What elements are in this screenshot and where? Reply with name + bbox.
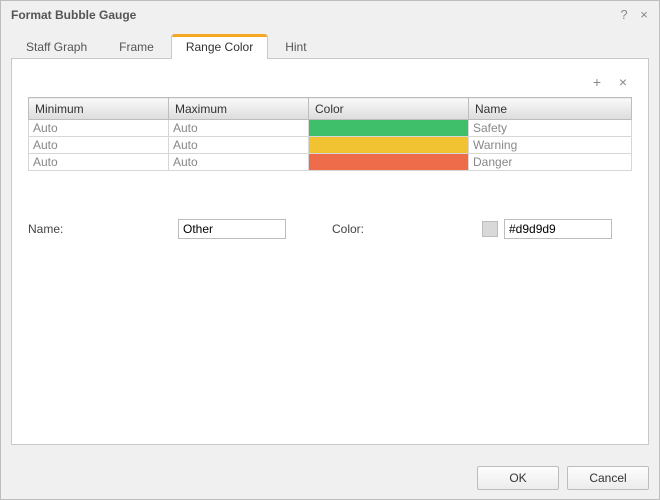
cell-name: Safety [469, 120, 631, 136]
col-maximum[interactable]: Maximum [169, 98, 309, 120]
col-name[interactable]: Name [469, 98, 632, 120]
table-header-row: Minimum Maximum Color Name [29, 98, 632, 120]
tab-label: Staff Graph [26, 40, 87, 54]
titlebar: Format Bubble Gauge ? × [1, 1, 659, 29]
table-row[interactable]: Auto Auto Safety [29, 120, 632, 137]
tab-panel: + × Minimum Maximum Color Name [11, 59, 649, 445]
table-row[interactable]: Auto Auto Danger [29, 154, 632, 171]
tab-staff-graph[interactable]: Staff Graph [11, 34, 102, 59]
color-label: Color: [332, 222, 482, 236]
help-icon[interactable]: ? [615, 6, 633, 24]
tab-label: Frame [119, 40, 154, 54]
fallback-form-row: Name: Color: [28, 219, 632, 239]
dialog-footer: OK Cancel [1, 455, 659, 499]
table-row[interactable]: Auto Auto Warning [29, 137, 632, 154]
tab-active-accent [172, 34, 267, 37]
color-swatch[interactable] [482, 221, 498, 237]
name-label: Name: [28, 222, 178, 236]
tab-range-color[interactable]: Range Color [171, 34, 268, 59]
cell-min: Auto [29, 137, 168, 153]
cell-min: Auto [29, 154, 168, 170]
ok-button[interactable]: OK [477, 466, 559, 490]
col-minimum[interactable]: Minimum [29, 98, 169, 120]
cell-name: Danger [469, 154, 631, 170]
cell-max: Auto [169, 154, 308, 170]
cell-name: Warning [469, 137, 631, 153]
cell-max: Auto [169, 137, 308, 153]
add-row-icon[interactable]: + [590, 75, 604, 89]
tab-frame[interactable]: Frame [104, 34, 169, 59]
range-table: Minimum Maximum Color Name Auto Auto Saf… [28, 97, 632, 171]
dialog-window: Format Bubble Gauge ? × Staff Graph Fram… [0, 0, 660, 500]
dialog-title: Format Bubble Gauge [11, 8, 613, 22]
tab-label: Hint [285, 40, 306, 54]
tab-strip: Staff Graph Frame Range Color Hint [11, 35, 649, 59]
cell-max: Auto [169, 120, 308, 136]
tab-label: Range Color [186, 40, 253, 54]
cell-color-swatch [309, 120, 468, 136]
cell-min: Auto [29, 120, 168, 136]
col-color[interactable]: Color [309, 98, 469, 120]
tab-hint[interactable]: Hint [270, 34, 321, 59]
cell-color-swatch [309, 154, 468, 170]
color-input[interactable] [504, 219, 612, 239]
cancel-button[interactable]: Cancel [567, 466, 649, 490]
name-input[interactable] [178, 219, 286, 239]
cell-color-swatch [309, 137, 468, 153]
close-icon[interactable]: × [635, 6, 653, 24]
remove-row-icon[interactable]: × [616, 75, 630, 89]
table-toolbar: + × [28, 73, 632, 91]
dialog-content: Staff Graph Frame Range Color Hint + × [1, 29, 659, 455]
